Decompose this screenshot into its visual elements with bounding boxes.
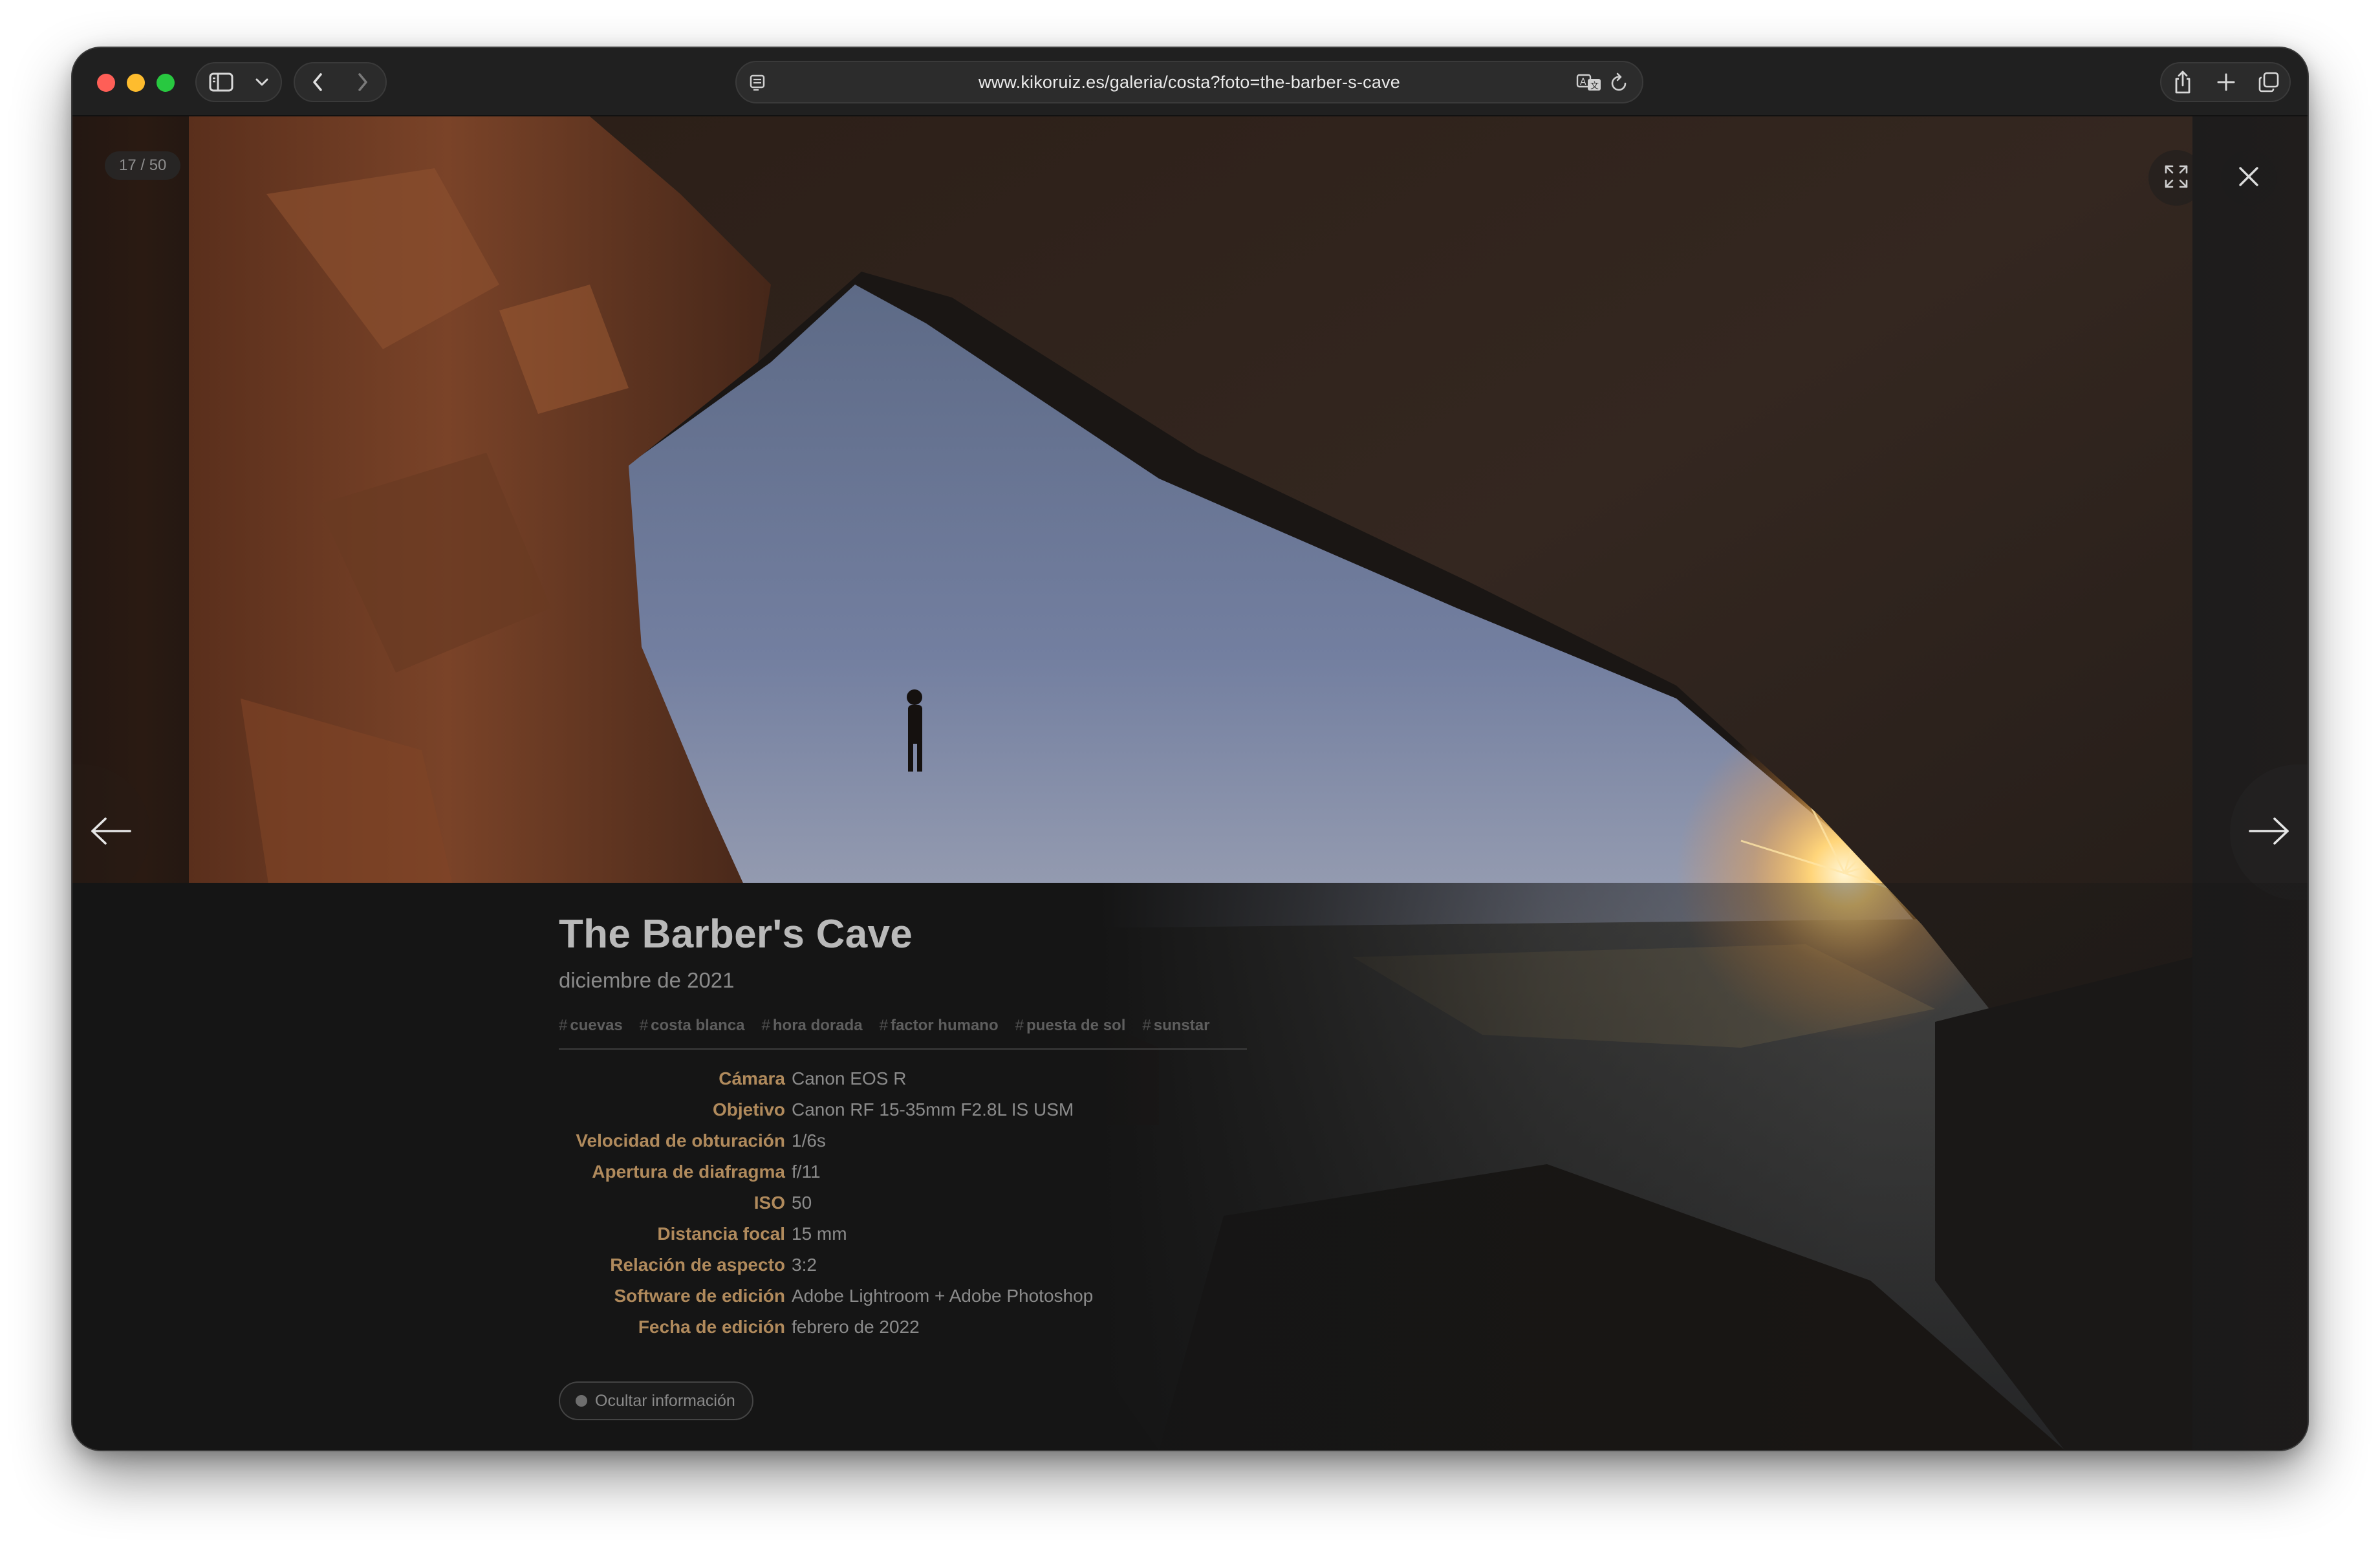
new-tab-button[interactable] bbox=[2205, 63, 2248, 101]
spec-label: Relación de aspecto bbox=[610, 1255, 785, 1275]
history-nav-group bbox=[294, 62, 387, 102]
tag-label: factor humano bbox=[890, 1017, 999, 1034]
info-divider bbox=[559, 1048, 1247, 1050]
tag-label: costa blanca bbox=[651, 1017, 745, 1034]
minimize-window-button[interactable] bbox=[127, 74, 145, 92]
back-button[interactable] bbox=[295, 63, 340, 101]
spec-label: ISO bbox=[753, 1193, 785, 1213]
spec-label: Velocidad de obturación bbox=[576, 1130, 785, 1151]
spec-label: Distancia focal bbox=[657, 1224, 785, 1244]
spec-row-software: Software de edición Adobe Lightroom + Ad… bbox=[559, 1286, 1335, 1317]
spec-row-edit-date: Fecha de edición febrero de 2022 bbox=[559, 1317, 1335, 1348]
tag-label: puesta de sol bbox=[1026, 1017, 1126, 1034]
forward-button[interactable] bbox=[340, 63, 385, 101]
fullscreen-button[interactable] bbox=[2148, 150, 2204, 206]
spec-label: Apertura de diafragma bbox=[592, 1162, 785, 1182]
tag-label: hora dorada bbox=[772, 1017, 863, 1034]
browser-window: www.kikoruiz.es/galeria/costa?foto=the-b… bbox=[72, 48, 2308, 1450]
spec-row-iso: ISO 50 bbox=[559, 1193, 1335, 1224]
spec-value: f/11 bbox=[792, 1162, 821, 1182]
tag-hash: # bbox=[639, 1017, 649, 1034]
tag-hash: # bbox=[1142, 1017, 1151, 1034]
tag-hash: # bbox=[559, 1017, 568, 1034]
spec-row-lens: Objetivo Canon RF 15-35mm F2.8L IS USM bbox=[559, 1099, 1335, 1130]
sidebar-toggle-group bbox=[195, 62, 282, 102]
spec-value: 1/6s bbox=[792, 1130, 826, 1151]
tag-label: sunstar bbox=[1153, 1017, 1210, 1034]
share-button[interactable] bbox=[2161, 63, 2205, 101]
close-window-button[interactable] bbox=[97, 74, 115, 92]
tab-overview-button[interactable] bbox=[2247, 63, 2289, 101]
reload-icon[interactable] bbox=[1610, 72, 1629, 96]
address-bar[interactable]: www.kikoruiz.es/galeria/costa?foto=the-b… bbox=[735, 61, 1643, 103]
tag-label: cuevas bbox=[570, 1017, 623, 1034]
share-icon bbox=[2173, 70, 2192, 94]
sidebar-icon bbox=[209, 72, 233, 92]
hide-info-label: Ocultar información bbox=[595, 1391, 735, 1410]
tag-hash: # bbox=[1015, 1017, 1024, 1034]
plus-icon bbox=[2216, 72, 2236, 92]
photo-counter: 17 / 50 bbox=[105, 151, 181, 180]
spec-value: febrero de 2022 bbox=[792, 1317, 920, 1337]
expand-icon bbox=[2163, 164, 2189, 193]
tag-factor-humano[interactable]: # factor humano bbox=[880, 1017, 999, 1035]
photo-info-panel: The Barber's Cave diciembre de 2021 # cue… bbox=[72, 883, 2308, 1450]
tag-hash: # bbox=[879, 1017, 888, 1034]
close-viewer-button[interactable] bbox=[2221, 150, 2277, 206]
info-dot-icon bbox=[576, 1395, 587, 1407]
spec-row-camera: Cámara Canon EOS R bbox=[559, 1068, 1335, 1099]
close-icon bbox=[2237, 165, 2260, 191]
tag-sunstar[interactable]: # sunstar bbox=[1142, 1017, 1209, 1035]
photo-date: diciembre de 2021 bbox=[559, 968, 735, 992]
tag-puesta-de-sol[interactable]: # puesta de sol bbox=[1015, 1017, 1126, 1035]
spec-value: 50 bbox=[792, 1193, 812, 1213]
tag-cuevas[interactable]: # cuevas bbox=[559, 1017, 623, 1035]
spec-value: 15 mm bbox=[792, 1224, 847, 1244]
spec-row-focal-length: Distancia focal 15 mm bbox=[559, 1224, 1335, 1255]
svg-text:A: A bbox=[1580, 77, 1586, 87]
sidebar-toggle-button[interactable] bbox=[197, 63, 246, 101]
tag-hash: # bbox=[761, 1017, 770, 1034]
tabs-overview-icon bbox=[2258, 71, 2280, 93]
arrow-left-icon bbox=[90, 816, 133, 849]
tab-groups-dropdown[interactable] bbox=[246, 63, 278, 101]
chevron-left-icon bbox=[312, 72, 323, 92]
spec-row-shutter: Velocidad de obturación 1/6s bbox=[559, 1130, 1335, 1162]
spec-label: Fecha de edición bbox=[638, 1317, 785, 1337]
spec-label: Cámara bbox=[719, 1068, 785, 1088]
tag-costa-blanca[interactable]: # costa blanca bbox=[640, 1017, 745, 1035]
spec-value: Canon RF 15-35mm F2.8L IS USM bbox=[792, 1099, 1074, 1120]
spec-row-aspect-ratio: Relación de aspecto 3:2 bbox=[559, 1255, 1335, 1286]
spec-label: Software de edición bbox=[614, 1286, 786, 1306]
tag-list: # cuevas # costa blanca # hora dorada # fact… bbox=[559, 1017, 1209, 1035]
chevron-down-icon bbox=[255, 78, 269, 87]
spec-value: Adobe Lightroom + Adobe Photoshop bbox=[792, 1286, 1094, 1306]
spec-value: 3:2 bbox=[792, 1255, 817, 1275]
translate-icon[interactable]: A文 bbox=[1576, 72, 1602, 96]
photo-title: The Barber's Cave bbox=[559, 912, 913, 957]
window-actions-group bbox=[2160, 62, 2291, 102]
hide-info-button[interactable]: Ocultar información bbox=[559, 1381, 753, 1420]
page-viewport: 17 / 50 The Barber's Cave diciembre de 2… bbox=[72, 116, 2308, 1450]
browser-toolbar: www.kikoruiz.es/galeria/costa?foto=the-b… bbox=[72, 48, 2308, 116]
url-text: www.kikoruiz.es/galeria/costa?foto=the-b… bbox=[979, 72, 1400, 92]
spec-value: Canon EOS R bbox=[792, 1068, 907, 1088]
spec-label: Objetivo bbox=[712, 1099, 785, 1120]
svg-text:文: 文 bbox=[1590, 81, 1599, 91]
chevron-right-icon bbox=[357, 72, 369, 92]
tag-hora-dorada[interactable]: # hora dorada bbox=[762, 1017, 863, 1035]
spec-row-aperture: Apertura de diafragma f/11 bbox=[559, 1162, 1335, 1193]
arrow-right-icon bbox=[2247, 816, 2290, 849]
zoom-window-button[interactable] bbox=[157, 74, 175, 92]
